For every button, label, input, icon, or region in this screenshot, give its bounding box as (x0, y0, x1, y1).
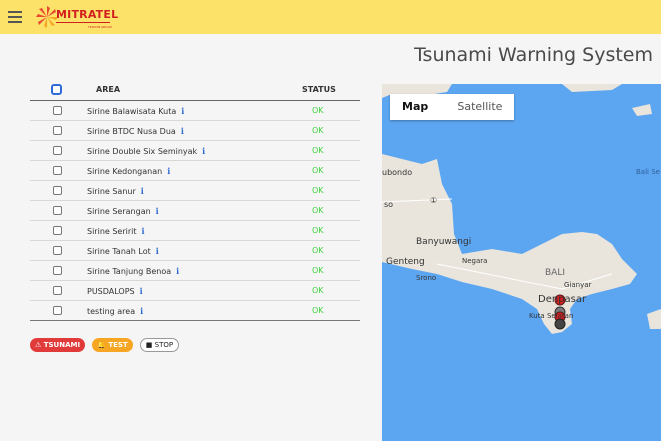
area-name: Sirine Serangan i (87, 206, 159, 216)
status-ok: OK (312, 306, 324, 315)
tsunami-button[interactable]: ⚠ TSUNAMI (30, 338, 86, 352)
info-icon[interactable]: i (141, 186, 144, 196)
status-ok: OK (312, 186, 324, 195)
map-type-control: Map Satellite (390, 94, 515, 120)
table-row: Sirine Double Six Seminyak i OK (30, 141, 360, 161)
info-icon[interactable]: i (142, 226, 145, 236)
area-name: Sirine Seririt i (87, 226, 145, 236)
logo-text: MITRATEL (56, 8, 119, 21)
table-row: Sirine Sanur i OK (30, 181, 360, 201)
row-checkbox[interactable] (53, 206, 62, 215)
area-name: Sirine Sanur i (87, 186, 144, 196)
stop-icon: ■ (145, 341, 153, 349)
row-checkbox[interactable] (53, 266, 62, 275)
info-icon[interactable]: i (181, 126, 184, 136)
row-checkbox[interactable] (53, 306, 62, 315)
status-ok: OK (312, 266, 324, 275)
status-ok: OK (312, 126, 324, 135)
table-row: PUSDALOPS i OK (30, 281, 360, 301)
area-name: Sirine BTDC Nusa Dua i (87, 126, 184, 136)
area-name: PUSDALOPS i (87, 286, 143, 296)
column-area: AREA (96, 85, 121, 94)
area-name: Sirine Double Six Seminyak i (87, 146, 206, 156)
table-row: Sirine BTDC Nusa Dua i OK (30, 121, 360, 141)
area-name: Sirine Tanjung Benoa i (87, 266, 180, 276)
info-icon[interactable]: i (176, 266, 179, 276)
table-row: Sirine Kedonganan i OK (30, 161, 360, 181)
status-ok: OK (312, 226, 324, 235)
map-label-so: so (384, 200, 394, 209)
row-checkbox[interactable] (53, 186, 62, 195)
status-ok: OK (312, 106, 324, 115)
table-row: Sirine Tanah Lot i OK (30, 241, 360, 261)
map-view[interactable]: Map Satellite ubondo so ① Banyuwangi Gen… (382, 84, 661, 441)
select-all-checkbox[interactable] (51, 84, 62, 95)
info-icon[interactable]: i (140, 306, 143, 316)
map-label-negara: Negara (462, 257, 488, 265)
action-buttons: ⚠ TSUNAMI 🔔 TEST ■ STOP (30, 338, 181, 354)
status-ok: OK (312, 246, 324, 255)
area-name: testing area i (87, 306, 144, 316)
map-type-map[interactable]: Map (390, 94, 440, 120)
table-row: Sirine Tanjung Benoa i OK (30, 261, 360, 281)
map-label-bali-sea: Bali Se (636, 168, 660, 176)
info-icon[interactable]: i (181, 106, 184, 116)
table-header: AREA STATUS (30, 82, 360, 101)
area-name: Sirine Kedonganan i (87, 166, 171, 176)
map-label-banyuwangi: Banyuwangi (416, 237, 472, 247)
logo-tagline: TELKOM GROUP (88, 25, 112, 29)
info-icon[interactable]: i (156, 246, 159, 256)
map-label-bali: BALI (545, 268, 565, 278)
table-row: Sirine Seririt i OK (30, 221, 360, 241)
hamburger-icon[interactable] (8, 11, 22, 23)
test-button[interactable]: 🔔 TEST (92, 338, 133, 352)
status-ok: OK (312, 286, 324, 295)
map-label-gianyar: Gianyar (564, 281, 592, 289)
stop-button[interactable]: ■ STOP (139, 338, 180, 352)
status-ok: OK (312, 146, 324, 155)
map-label-srono: Srono (416, 274, 437, 282)
map-type-satellite[interactable]: Satellite (445, 94, 514, 120)
siren-table: AREA STATUS Sirine Balawisata Kuta i OK Sir… (30, 82, 360, 321)
row-checkbox[interactable] (53, 126, 62, 135)
warning-icon: ⚠ (35, 341, 42, 349)
row-checkbox[interactable] (53, 246, 62, 255)
map-label-road: ① (430, 196, 438, 205)
row-checkbox[interactable] (53, 146, 62, 155)
bell-icon: 🔔 (97, 341, 106, 349)
row-checkbox[interactable] (53, 106, 62, 115)
column-status: STATUS (302, 85, 336, 94)
row-checkbox[interactable] (53, 166, 62, 175)
status-ok: OK (312, 206, 324, 215)
info-icon[interactable]: i (140, 286, 143, 296)
map-label-genteng: Genteng (386, 257, 425, 267)
table-row: testing area i OK (30, 301, 360, 321)
info-icon[interactable]: i (167, 166, 170, 176)
info-icon[interactable]: i (156, 206, 159, 216)
table-row: Sirine Serangan i OK (30, 201, 360, 221)
info-icon[interactable]: i (202, 146, 205, 156)
top-bar: MITRATEL TELKOM GROUP (0, 0, 661, 34)
area-name: Sirine Tanah Lot i (87, 246, 159, 256)
row-checkbox[interactable] (53, 226, 62, 235)
table-row: Sirine Balawisata Kuta i OK (30, 101, 360, 121)
map-label-kuta: Kuta Selatan (529, 312, 574, 320)
mitratel-logo: MITRATEL TELKOM GROUP (36, 6, 126, 30)
page-title: Tsunami Warning System (414, 44, 653, 66)
area-name: Sirine Balawisata Kuta i (87, 106, 185, 116)
map-label-denpasar: Denpasar (538, 294, 587, 305)
map-label-bondo: ubondo (382, 168, 413, 177)
status-ok: OK (312, 166, 324, 175)
row-checkbox[interactable] (53, 286, 62, 295)
